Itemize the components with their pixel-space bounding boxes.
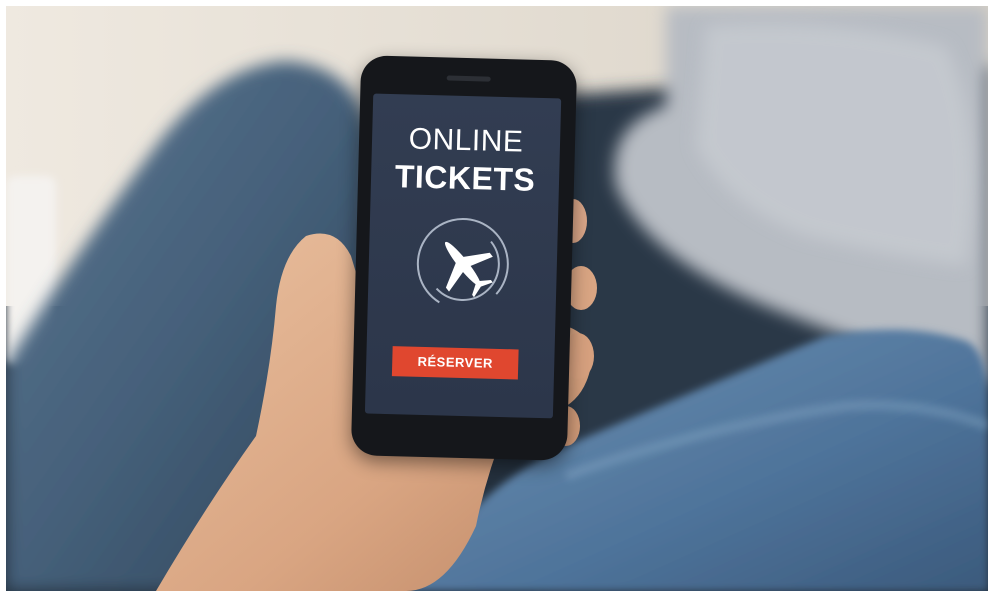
smartphone: ONLINE TICKETS RÉSERVER (350, 55, 578, 461)
screen-title-line-2: TICKETS (394, 158, 536, 198)
photo: ONLINE TICKETS RÉSERVER (6, 6, 988, 591)
screen-title-line-1: ONLINE (408, 122, 524, 159)
phone-speaker (446, 75, 491, 82)
airplane-icon (412, 213, 515, 316)
phone-screen: ONLINE TICKETS RÉSERVER (364, 93, 562, 419)
reserve-button[interactable]: RÉSERVER (391, 346, 519, 380)
